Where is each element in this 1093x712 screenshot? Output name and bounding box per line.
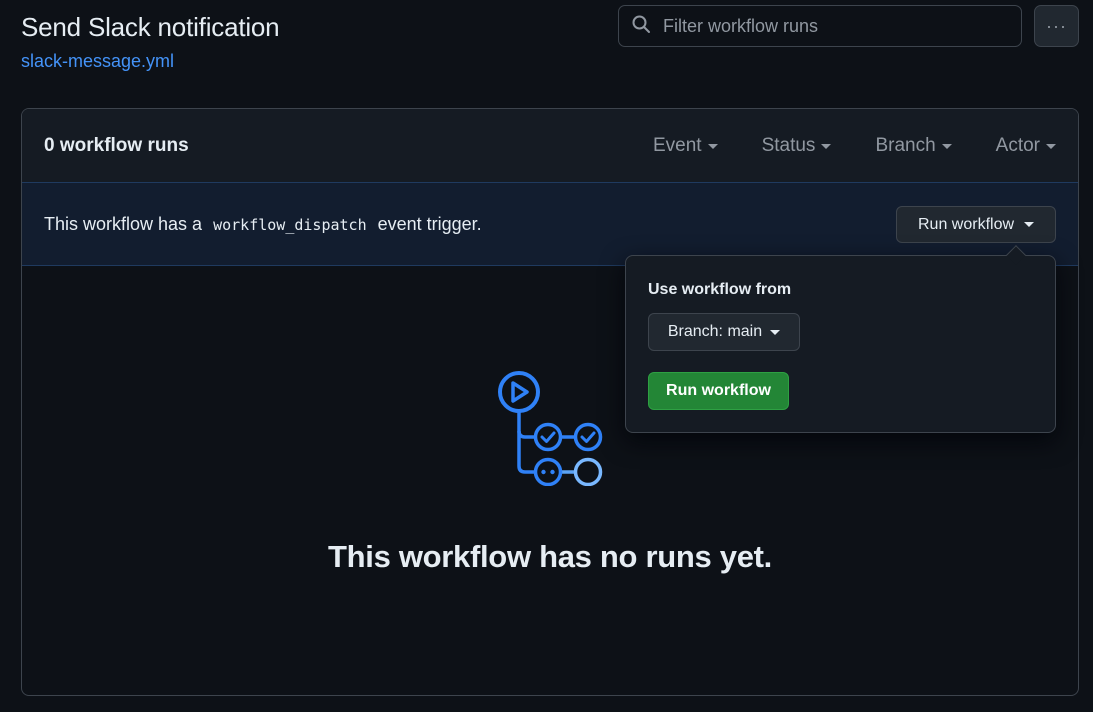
- caret-down-icon: [770, 329, 781, 335]
- status-filter-label: Status: [761, 135, 816, 156]
- status-filter[interactable]: Status: [762, 135, 832, 157]
- use-workflow-from-label: Use workflow from: [648, 281, 792, 298]
- kebab-horizontal-icon: ···: [1046, 15, 1067, 36]
- caret-down-icon: [1024, 222, 1035, 227]
- run-workflow-dropdown-button[interactable]: Run workflow: [896, 206, 1056, 243]
- actor-filter[interactable]: Actor: [996, 135, 1056, 157]
- run-workflow-label: Run workflow: [917, 215, 1015, 233]
- page-title: Send Slack notification: [21, 12, 280, 42]
- workflow-graph-icon: [498, 371, 603, 486]
- caret-down-icon: [707, 143, 718, 149]
- branch-filter[interactable]: Branch: [875, 135, 952, 157]
- caret-down-icon: [821, 143, 832, 149]
- event-filter[interactable]: Event: [653, 135, 718, 157]
- caret-down-icon: [1046, 143, 1056, 149]
- branch-filter-label: Branch: [875, 135, 936, 156]
- actor-filter-label: Actor: [995, 135, 1040, 156]
- filter-search-box[interactable]: [618, 5, 1022, 47]
- workflow-file-link[interactable]: slack-message.yml: [21, 51, 174, 72]
- filter-runs-input[interactable]: [663, 15, 1003, 37]
- dispatch-text-after: event trigger.: [377, 213, 482, 234]
- dispatch-message: This workflow has a workflow_dispatch ev…: [44, 214, 482, 235]
- more-options-button[interactable]: ···: [1034, 5, 1079, 47]
- runs-header: 0 workflow runs Event Status Branch Acto…: [22, 109, 1078, 183]
- dispatch-event-code: workflow_dispatch: [213, 215, 367, 234]
- dispatch-text-before: This workflow has a: [44, 213, 203, 234]
- runs-filters: Event Status Branch Actor: [609, 109, 1056, 183]
- branch-select-button[interactable]: Branch: main: [648, 313, 800, 351]
- search-icon: [631, 14, 651, 39]
- run-workflow-popover: Use workflow from Branch: main Run workf…: [625, 245, 1056, 433]
- branch-select-label: Branch: main: [667, 323, 763, 340]
- run-workflow-submit-button[interactable]: Run workflow: [648, 372, 789, 410]
- caret-down-icon: [941, 143, 952, 149]
- event-filter-label: Event: [652, 135, 702, 156]
- workflow-dispatch-banner: This workflow has a workflow_dispatch ev…: [22, 182, 1078, 266]
- runs-count: 0 workflow runs: [44, 134, 189, 156]
- empty-state-message: This workflow has no runs yet.: [327, 539, 772, 574]
